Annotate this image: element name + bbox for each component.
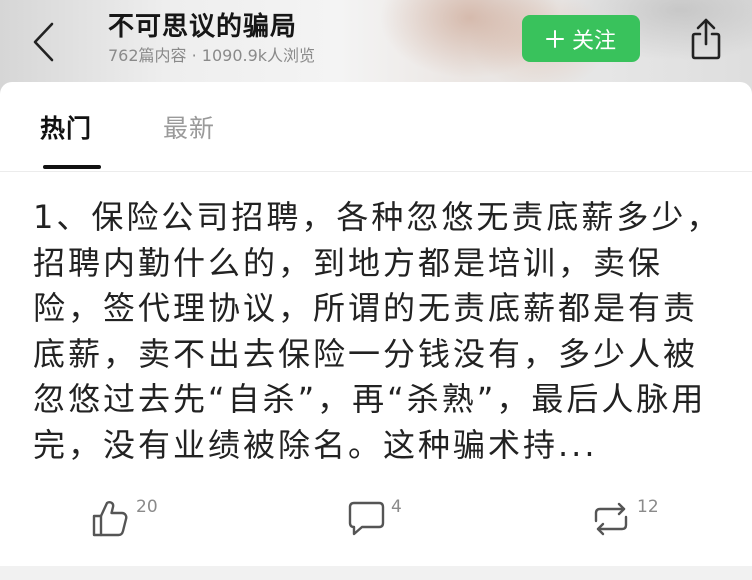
comment-button[interactable]: 4 [347,494,417,540]
topic-title: 不可思议的骗局 [108,12,298,42]
active-tab-indicator [43,165,101,169]
post-text-line: 完，没有业绩被除名。这种骗术持... [33,425,598,464]
share-button[interactable] [688,16,724,62]
comment-count: 4 [391,497,402,517]
tabs-divider [0,171,752,172]
follow-button[interactable]: 关注 [522,15,640,62]
post-text-line: 忽悠过去先“自杀”，再“杀熟”，最后人脉用 [33,380,707,418]
post-text-line: 招聘内勤什么的，到地方都是培训，卖保 [33,243,664,282]
tab-hot[interactable]: 热门 [40,112,92,146]
post-text-line: 险，签代理协议，所谓的无责底薪都是有责 [33,289,699,327]
repost-count: 12 [637,497,659,517]
repost-icon [594,502,628,536]
post-text[interactable]: 1、保险公司招聘，各种忽悠无责底薪多少， 招聘内勤什么的，到地方都是培训，卖保 … [33,195,738,470]
plus-icon [545,29,564,48]
back-button[interactable] [30,20,58,64]
follow-button-label: 关注 [571,28,616,54]
thumbs-up-icon [92,501,128,537]
chevron-left-icon [33,22,54,62]
tab-latest[interactable]: 最新 [163,112,215,146]
post-text-line: 底薪，卖不出去保险一分钱没有，多少人被 [33,334,699,373]
post-text-line: 1、保险公司招聘，各种忽悠无责底薪多少， [33,198,722,236]
share-icon [691,18,721,60]
like-button[interactable]: 20 [90,494,170,540]
repost-button[interactable]: 12 [588,494,678,540]
like-count: 20 [136,497,158,517]
bottom-separator [0,566,752,580]
topic-stats: 762篇内容 · 1090.9k人浏览 [108,46,316,65]
comment-icon [348,501,385,536]
